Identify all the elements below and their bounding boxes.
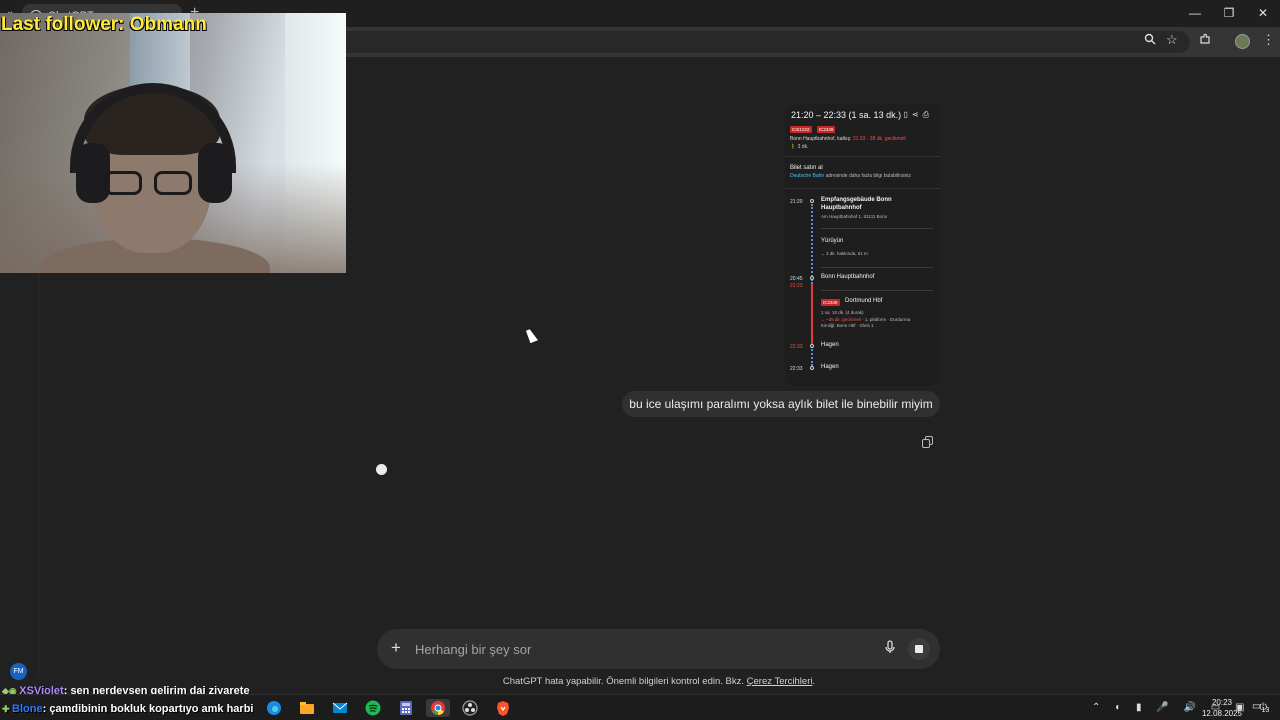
- clock-date: 12.08.2025: [1201, 709, 1243, 718]
- attached-image[interactable]: 21:20 – 22:33 (1 sa. 13 dk.) ▯⋖⎙ ICE1222…: [785, 104, 940, 386]
- file-explorer-icon[interactable]: [298, 699, 316, 717]
- add-attachment-button[interactable]: +: [391, 638, 401, 658]
- mouse-cursor-icon: [526, 328, 538, 343]
- divider: [821, 267, 933, 268]
- stop-dot-icon: [810, 199, 814, 203]
- notification-count: 13: [1261, 707, 1270, 714]
- bookmark-star-icon[interactable]: ☆: [1166, 32, 1178, 48]
- assistant-thinking-indicator: [376, 464, 387, 475]
- minimize-button[interactable]: —: [1178, 0, 1212, 27]
- last-follower-text: Last follower: Obmann: [1, 14, 207, 35]
- train-destination: Dortmund Hbf: [845, 298, 883, 304]
- calculator-icon[interactable]: [397, 699, 415, 717]
- screen: ⌄ ChatGPT × + — ❐ ✕ ☆ ⋮: [0, 0, 1280, 720]
- stop-time: 20:45: [790, 276, 803, 282]
- edge-icon[interactable]: [265, 699, 283, 717]
- cookie-preferences-link[interactable]: Çerez Tercihleri: [747, 676, 813, 687]
- webcam-overlay: [0, 13, 346, 273]
- stop-name: Hagen: [821, 364, 839, 370]
- spotify-icon[interactable]: [364, 699, 382, 717]
- ticket-info: Deutsche Bahn adresinde daha fazla bilgi…: [790, 173, 911, 179]
- walk-detail[interactable]: ⌄ 3 dk. hakkında, 61 m: [821, 251, 868, 257]
- stop-time-delayed: 22:33: [790, 344, 803, 350]
- train-duration: 1 sa. 10 dk. (4 durak): [821, 310, 864, 315]
- zoom-icon[interactable]: [1144, 33, 1156, 45]
- train-badges: ICE1222 IC2349: [790, 126, 839, 133]
- notification-center-icon[interactable]: ▭13: [1252, 701, 1269, 714]
- mail-icon[interactable]: [331, 699, 349, 717]
- walk-duration: 🚶 3 dk.: [790, 144, 809, 150]
- stop-time: 21:20: [790, 199, 803, 205]
- share-icon: ⋖: [911, 110, 923, 119]
- stop-name: Hagen: [821, 342, 839, 348]
- restore-button[interactable]: ❐: [1212, 0, 1246, 27]
- chrome-icon[interactable]: [426, 699, 450, 717]
- stop-icon: [915, 645, 923, 653]
- stop-time: 22:33: [790, 366, 803, 372]
- brave-icon[interactable]: [494, 699, 512, 717]
- obs-icon[interactable]: [461, 699, 479, 717]
- train-badge: ICE1222: [790, 126, 812, 133]
- departure-info: Bonn Hauptbahnhof, kalkış: 21:23 · 38 dk…: [790, 136, 906, 142]
- divider: [785, 156, 940, 157]
- train-badge: IC2349: [821, 299, 840, 306]
- stop-generating-button[interactable]: [908, 638, 930, 660]
- divider: [821, 228, 933, 229]
- departure-delay: 21:23 · 38 dk. gecikmeli: [852, 136, 906, 142]
- profile-avatar[interactable]: [1235, 34, 1250, 49]
- walk-dotted-line: [811, 204, 813, 284]
- chat-username: Blone: [12, 703, 43, 715]
- address-bar[interactable]: [300, 31, 1190, 53]
- stop-name: Hauptbahnhof: [821, 205, 862, 211]
- connection-time-range: 21:20 – 22:33 (1 sa. 13 dk.): [791, 110, 902, 120]
- user-message-bubble: bu ice ulaşımı paralımı yoksa aylık bile…: [622, 391, 940, 417]
- headphone-right-cup: [198, 143, 232, 203]
- stop-name: Bonn Hauptbahnhof: [821, 274, 875, 280]
- window-controls: — ❐ ✕: [1178, 0, 1280, 27]
- microphone-icon[interactable]: [885, 640, 895, 654]
- stop-time-delayed: 21:23: [790, 283, 803, 289]
- extensions-icon[interactable]: [1199, 33, 1211, 45]
- glasses: [104, 171, 194, 197]
- deutsche-bahn-link: Deutsche Bahn: [790, 173, 825, 179]
- close-window-button[interactable]: ✕: [1246, 0, 1280, 27]
- stop-dot-icon: [810, 276, 814, 280]
- chat-message: ✚ Blone: çamdibinin bokluk kopartıyo amk…: [2, 703, 253, 715]
- train-red-line: [811, 284, 813, 344]
- divider: [785, 188, 940, 189]
- train-badge: IC2349: [816, 126, 836, 133]
- connection-actions-icons: ▯⋖⎙: [903, 110, 933, 119]
- chat-badges-icon: ✚: [2, 704, 13, 714]
- walk-dotted-line: [811, 346, 813, 366]
- ticket-title: Bilet satın al: [790, 165, 823, 171]
- taskbar-clock[interactable]: 20:23 12.08.2025: [1200, 697, 1244, 719]
- system-tray-icons[interactable]: ⌃ ◐ ▮ 🎤 🔊 ▭ ▣ ⏻: [1092, 702, 1273, 713]
- divider: [821, 290, 933, 291]
- chat-composer: +: [377, 629, 940, 669]
- walk-label: Yürüyün: [821, 238, 844, 244]
- stop-dot-icon: [810, 366, 814, 370]
- chat-fm-badge: FM: [10, 663, 27, 680]
- copy-icon[interactable]: [922, 436, 934, 448]
- stop-dot-icon: [810, 344, 814, 348]
- prompt-input[interactable]: [415, 638, 835, 660]
- browser-menu-icon[interactable]: ⋮: [1262, 32, 1275, 48]
- stop-address: Am Hauptbahnhof 1, 53111 Bonn: [821, 214, 888, 219]
- clock-time: 20:23: [1211, 698, 1233, 707]
- print-icon: ⎙: [922, 110, 933, 119]
- train-platform-info: Kimliği: Bonn Hbf · Gleis 1: [821, 323, 874, 328]
- stop-name: Empfangsgebäude Bonn: [821, 197, 892, 203]
- chat-text: : çamdibinin bokluk kopartıyo amk harbi: [42, 703, 254, 715]
